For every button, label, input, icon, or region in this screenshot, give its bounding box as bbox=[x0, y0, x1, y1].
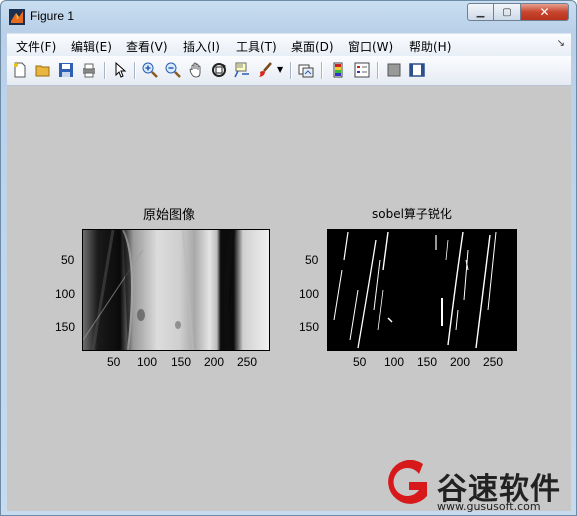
watermark-url: www.gususoft.com bbox=[437, 500, 541, 513]
zoom-in-icon[interactable] bbox=[141, 61, 159, 79]
save-icon[interactable] bbox=[57, 61, 75, 79]
axes1-xtick: 150 bbox=[171, 355, 192, 369]
legend-icon[interactable] bbox=[353, 61, 371, 79]
matlab-icon bbox=[9, 9, 25, 25]
maximize-button[interactable]: ▢ bbox=[494, 3, 521, 21]
axes1-image[interactable] bbox=[82, 229, 270, 351]
menu-view[interactable]: 查看(V) bbox=[126, 38, 168, 55]
maximize-icon: ▢ bbox=[502, 6, 512, 18]
axes1-xtick: 50 bbox=[107, 355, 121, 369]
menu-file[interactable]: 文件(F) bbox=[16, 38, 56, 55]
open-file-icon[interactable] bbox=[34, 61, 52, 79]
minimize-button[interactable]: ▁ bbox=[467, 3, 494, 21]
show-plot-tools-icon[interactable] bbox=[408, 61, 426, 79]
menu-window[interactable]: 窗口(W) bbox=[348, 38, 393, 55]
close-icon: ✕ bbox=[539, 5, 550, 19]
axes2-ytick: 150 bbox=[299, 320, 320, 334]
axes2-xtick: 150 bbox=[417, 355, 438, 369]
figure-window: Figure 1 ▁ ▢ ✕ 文件(F) 编辑(E) 查看(V) 插入(I) 工… bbox=[0, 0, 577, 516]
link-plot-icon[interactable] bbox=[297, 61, 315, 79]
zoom-out-icon[interactable] bbox=[164, 61, 182, 79]
colorbar-icon[interactable] bbox=[329, 61, 347, 79]
axes1-xtick: 100 bbox=[137, 355, 158, 369]
data-cursor-icon[interactable] bbox=[233, 61, 251, 79]
close-button[interactable]: ✕ bbox=[521, 3, 569, 21]
brush-icon[interactable] bbox=[256, 61, 274, 79]
toolbar: ▼ bbox=[7, 56, 571, 86]
minimize-icon: ▁ bbox=[476, 6, 485, 18]
axes1-title: 原始图像 bbox=[143, 208, 196, 223]
hide-plot-tools-icon[interactable] bbox=[385, 61, 403, 79]
axes2-xtick: 200 bbox=[450, 355, 471, 369]
window-title: Figure 1 bbox=[30, 9, 75, 23]
menu-bar: 文件(F) 编辑(E) 查看(V) 插入(I) 工具(T) 桌面(D) 窗口(W… bbox=[7, 33, 571, 56]
axes2-ytick: 100 bbox=[299, 287, 320, 301]
axes2-xtick: 50 bbox=[353, 355, 367, 369]
menu-dock-arrow-icon[interactable]: ↘ bbox=[557, 38, 565, 49]
menu-insert[interactable]: 插入(I) bbox=[183, 38, 220, 55]
pan-hand-icon[interactable] bbox=[187, 61, 205, 79]
axes2-title: sobel算子锐化 bbox=[372, 207, 452, 221]
sobel-image-render bbox=[328, 230, 516, 350]
figure-canvas: 原始图像 50 100 150 50 100 150 200 250 sobel… bbox=[7, 86, 571, 513]
axes2-image[interactable] bbox=[327, 229, 517, 351]
title-bar[interactable]: Figure 1 ▁ ▢ ✕ bbox=[1, 1, 576, 31]
pointer-icon[interactable] bbox=[111, 61, 129, 79]
axes1-xtick: 250 bbox=[237, 355, 258, 369]
axes2-xtick: 250 bbox=[483, 355, 504, 369]
new-figure-icon[interactable] bbox=[11, 61, 29, 79]
axes2-xtick: 100 bbox=[384, 355, 405, 369]
axes2-ytick: 50 bbox=[305, 253, 319, 267]
menu-help[interactable]: 帮助(H) bbox=[409, 38, 451, 55]
axes1-xtick: 200 bbox=[204, 355, 225, 369]
axes1-ytick: 100 bbox=[55, 287, 76, 301]
print-icon[interactable] bbox=[80, 61, 98, 79]
gususoft-logo-icon bbox=[388, 460, 427, 504]
axes1-ytick: 50 bbox=[61, 253, 75, 267]
menu-tools[interactable]: 工具(T) bbox=[236, 38, 277, 55]
rotate-3d-icon[interactable] bbox=[210, 61, 228, 79]
brush-dropdown-icon[interactable]: ▼ bbox=[277, 65, 283, 74]
original-image-render bbox=[82, 229, 269, 351]
menu-edit[interactable]: 编辑(E) bbox=[71, 38, 112, 55]
axes1-ytick: 150 bbox=[55, 320, 76, 334]
menu-desktop[interactable]: 桌面(D) bbox=[291, 38, 334, 55]
